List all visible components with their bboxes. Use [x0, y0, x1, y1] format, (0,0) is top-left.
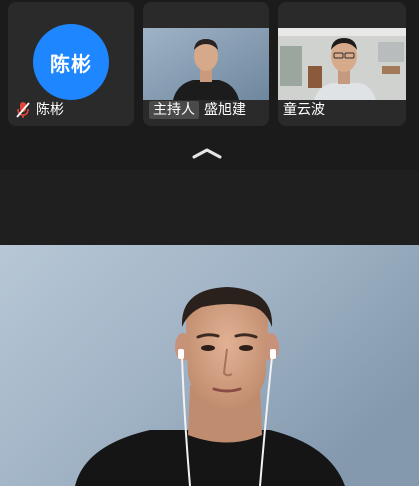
main-video[interactable]	[0, 245, 419, 486]
chevron-up-icon	[192, 144, 222, 163]
participant-tile-2[interactable]: 主持人 盛旭建	[143, 2, 269, 126]
collapse-button[interactable]	[190, 144, 224, 162]
participant-tile-1[interactable]: 陈彬 陈彬	[8, 2, 134, 126]
participant-label: 童云波	[278, 100, 406, 120]
participant-label: 主持人 盛旭建	[143, 100, 269, 120]
avatar-text: 陈彬	[50, 51, 92, 76]
mic-muted-icon	[14, 100, 32, 120]
participant-name: 童云波	[283, 102, 325, 118]
participant-tiles: 陈彬 陈彬 主持人 盛旭建 童云波	[0, 0, 419, 130]
participant-label: 陈彬	[8, 100, 134, 120]
participant-video	[143, 28, 269, 100]
participant-name: 陈彬	[36, 102, 64, 118]
host-badge: 主持人	[149, 101, 199, 119]
participant-name: 盛旭建	[204, 102, 246, 118]
participant-strip: 陈彬 陈彬 主持人 盛旭建 童云波	[0, 0, 419, 170]
participant-tile-3[interactable]: 童云波	[278, 2, 406, 126]
participant-video	[278, 28, 406, 100]
avatar: 陈彬	[33, 24, 109, 100]
